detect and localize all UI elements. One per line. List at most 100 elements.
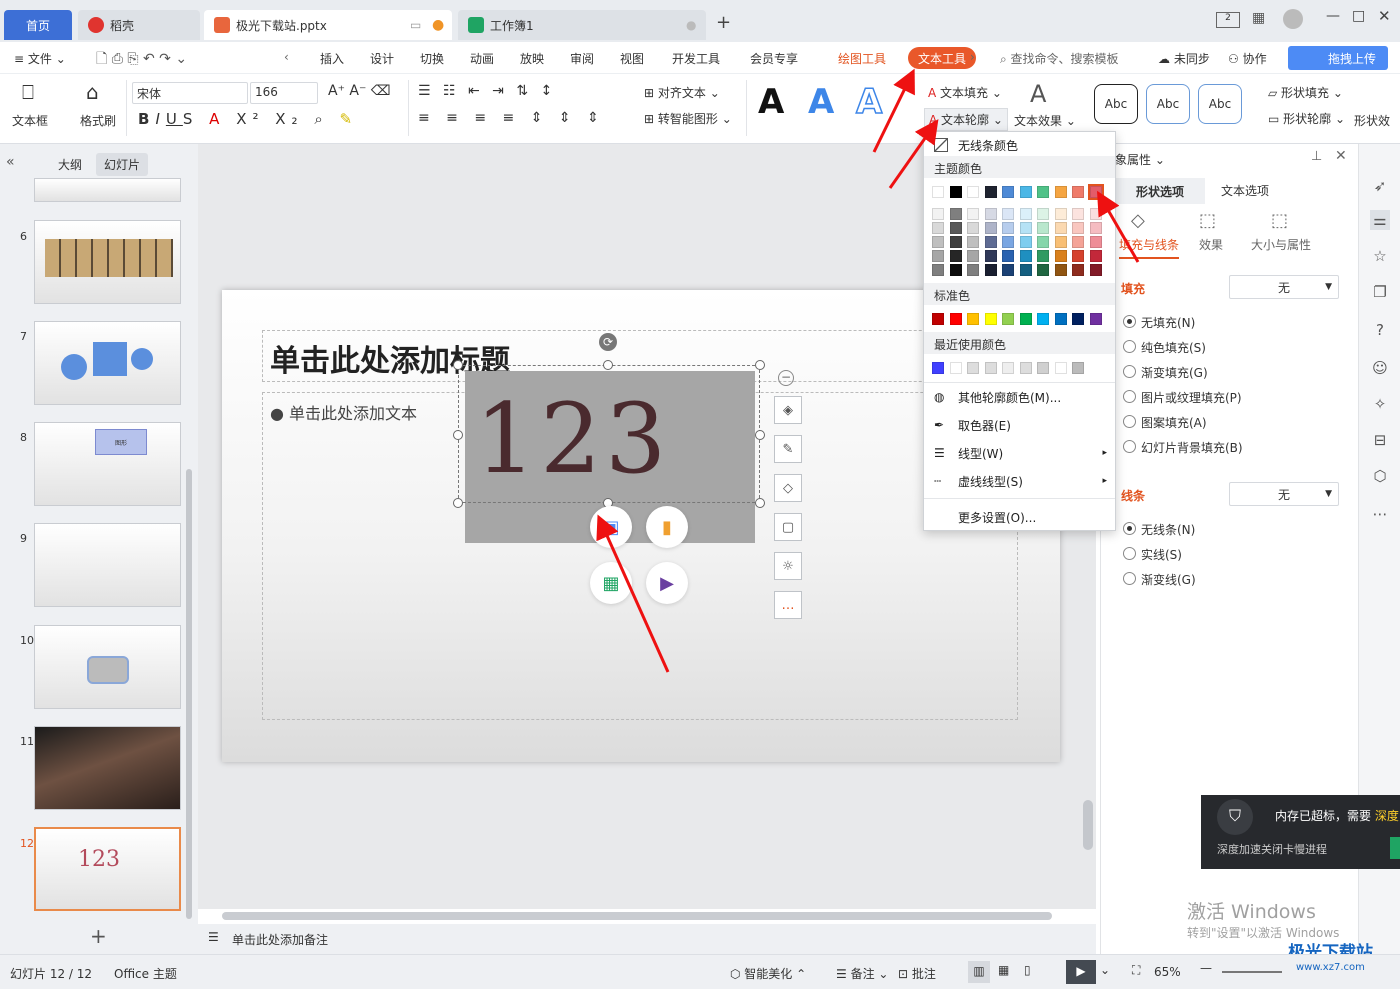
recent-color-swatch[interactable] — [1002, 362, 1014, 374]
shape-style-3[interactable]: Abc — [1198, 84, 1242, 124]
toast-button[interactable] — [1390, 837, 1400, 859]
radio-gradient-line[interactable] — [1123, 572, 1136, 585]
radio-pattern-fill[interactable] — [1123, 415, 1136, 428]
scroll-right-icon[interactable]: › — [970, 50, 975, 64]
panel-scrollbar[interactable] — [186, 469, 192, 919]
insert-chart-icon[interactable]: ▮ — [646, 506, 688, 548]
shade-color-swatch[interactable] — [984, 222, 997, 234]
menu-drawing-tools[interactable]: 绘图工具 — [838, 50, 886, 67]
standard-color-swatch[interactable] — [1072, 313, 1084, 325]
theme-color-swatch[interactable] — [949, 186, 962, 198]
slide-thumb-12[interactable]: 123 — [34, 827, 181, 911]
menu-slideshow[interactable]: 放映 — [520, 50, 544, 67]
shade-color-swatch[interactable] — [1019, 236, 1032, 248]
recent-color-swatch[interactable] — [1037, 362, 1049, 374]
shape-outline-button[interactable]: ▭ 形状轮廓 ⌄ — [1268, 110, 1345, 127]
radio-no-line[interactable] — [1123, 522, 1136, 535]
tab-size-props[interactable]: 大小与属性 — [1251, 236, 1311, 253]
layout-icon[interactable]: 2 — [1216, 12, 1240, 28]
close-panel-icon[interactable]: ✕ — [1335, 148, 1347, 164]
slide-thumb-5[interactable] — [34, 178, 181, 202]
shade-color-swatch[interactable] — [1089, 264, 1102, 276]
apps-grid-icon[interactable]: ▦ — [1252, 10, 1265, 26]
shade-color-swatch[interactable] — [1072, 236, 1084, 248]
resize-handle[interactable] — [453, 498, 463, 508]
menu-view[interactable]: 视图 — [620, 50, 644, 67]
menu-insert[interactable]: 插入 — [320, 50, 344, 67]
standard-color-swatch[interactable] — [1054, 313, 1067, 325]
avatar[interactable] — [1283, 9, 1303, 29]
text-effect-button[interactable]: 文本效果 ⌄ — [1014, 112, 1076, 129]
collapse-toolbar-icon[interactable]: − — [778, 370, 794, 386]
shade-color-swatch[interactable] — [1019, 208, 1032, 220]
pin-icon[interactable]: ⊥ — [1311, 149, 1322, 164]
insert-table-icon[interactable]: ▦ — [590, 562, 632, 604]
shade-color-swatch[interactable] — [949, 208, 962, 220]
shade-color-swatch[interactable] — [1019, 250, 1032, 262]
radio-no-fill[interactable] — [1123, 315, 1136, 328]
radio-bg-fill[interactable] — [1123, 440, 1136, 453]
shade-color-swatch[interactable] — [967, 264, 979, 276]
shade-color-swatch[interactable] — [967, 222, 979, 234]
pen-icon[interactable]: ✎ — [774, 435, 802, 463]
text-outline-button[interactable]: A 文本轮廓 ⌄ — [924, 108, 1008, 131]
shade-color-swatch[interactable] — [932, 236, 944, 248]
menu-text-tools[interactable]: 文本工具 — [908, 47, 977, 69]
shade-color-swatch[interactable] — [932, 264, 944, 276]
zoom-slider[interactable] — [1222, 971, 1282, 973]
scroll-left-icon[interactable]: ‹ — [284, 50, 289, 64]
new-tab-button[interactable]: + — [716, 12, 731, 33]
maximize-button[interactable]: □ — [1352, 8, 1365, 24]
recent-color-swatch[interactable] — [949, 362, 962, 374]
shade-color-swatch[interactable] — [1054, 236, 1067, 248]
insert-video-icon[interactable]: ▶ — [646, 562, 688, 604]
sync-status[interactable]: ☁ 未同步 — [1158, 50, 1210, 67]
resize-handle[interactable] — [453, 430, 463, 440]
shade-color-swatch[interactable] — [967, 250, 979, 262]
shade-color-swatch[interactable] — [932, 222, 944, 234]
search-command[interactable]: ⌕ 查找命令、搜索模板 — [1000, 50, 1119, 67]
shade-color-swatch[interactable] — [984, 236, 997, 248]
resize-handle[interactable] — [755, 430, 765, 440]
align-text-button[interactable]: ⊞ 对齐文本 ⌄ — [644, 84, 720, 101]
shade-color-swatch[interactable] — [967, 208, 979, 220]
box-icon[interactable]: ⬡ — [1370, 466, 1390, 486]
shade-color-swatch[interactable] — [984, 250, 997, 262]
theme-color-swatch[interactable] — [1037, 186, 1049, 198]
radio-picture-fill[interactable] — [1123, 390, 1136, 403]
more-options-icon[interactable]: … — [774, 591, 802, 619]
shade-color-swatch[interactable] — [932, 208, 944, 220]
recent-color-swatch[interactable] — [967, 362, 979, 374]
radio-solid-fill[interactable] — [1123, 340, 1136, 353]
art-style-black[interactable]: A — [758, 82, 784, 122]
standard-color-swatch[interactable] — [967, 313, 979, 325]
theme-color-swatch[interactable] — [932, 186, 944, 198]
fill-select[interactable]: 无 ▼ — [1229, 275, 1339, 299]
eyedropper-item[interactable]: ✒ 取色器(E) — [924, 412, 1115, 438]
standard-color-swatch[interactable] — [1002, 313, 1014, 325]
properties-icon[interactable]: ⚌ — [1370, 210, 1390, 230]
tab-effect[interactable]: 效果 — [1199, 236, 1223, 253]
shade-color-swatch[interactable] — [1054, 264, 1067, 276]
zoom-out-button[interactable]: — — [1200, 961, 1212, 975]
idea-bulb-icon[interactable]: ☼ — [774, 552, 802, 580]
book-icon[interactable]: ⊟ — [1370, 430, 1390, 450]
standard-color-swatch[interactable] — [949, 313, 962, 325]
fit-window-icon[interactable]: ⛶ — [1132, 963, 1140, 978]
standard-color-swatch[interactable] — [1089, 313, 1102, 325]
compass-icon[interactable]: ✧ — [1370, 394, 1390, 414]
shade-color-swatch[interactable] — [1037, 250, 1049, 262]
shade-color-swatch[interactable] — [1072, 250, 1084, 262]
slide-thumb-9[interactable] — [34, 523, 181, 607]
textbox-button[interactable]: 文本框 — [12, 112, 48, 129]
shade-color-swatch[interactable] — [1037, 236, 1049, 248]
smart-shape-button[interactable]: ⊞ 转智能图形 ⌄ — [644, 110, 732, 127]
upload-button[interactable]: 拖拽上传 — [1288, 46, 1388, 70]
font-grow-shrink-icons[interactable]: A⁺ A⁻ ⌫ — [328, 83, 391, 99]
zoom-level[interactable]: 65% — [1154, 965, 1181, 979]
notes-bar[interactable]: ☰ 单击此处添加备注 — [198, 924, 1096, 954]
shade-color-swatch[interactable] — [1037, 264, 1049, 276]
tab-fill-line[interactable]: 填充与线条 — [1119, 236, 1180, 259]
add-slide-button[interactable]: + — [90, 924, 107, 948]
dash-type-item[interactable]: ┄ 虚线线型(S) ▸ — [924, 468, 1115, 494]
